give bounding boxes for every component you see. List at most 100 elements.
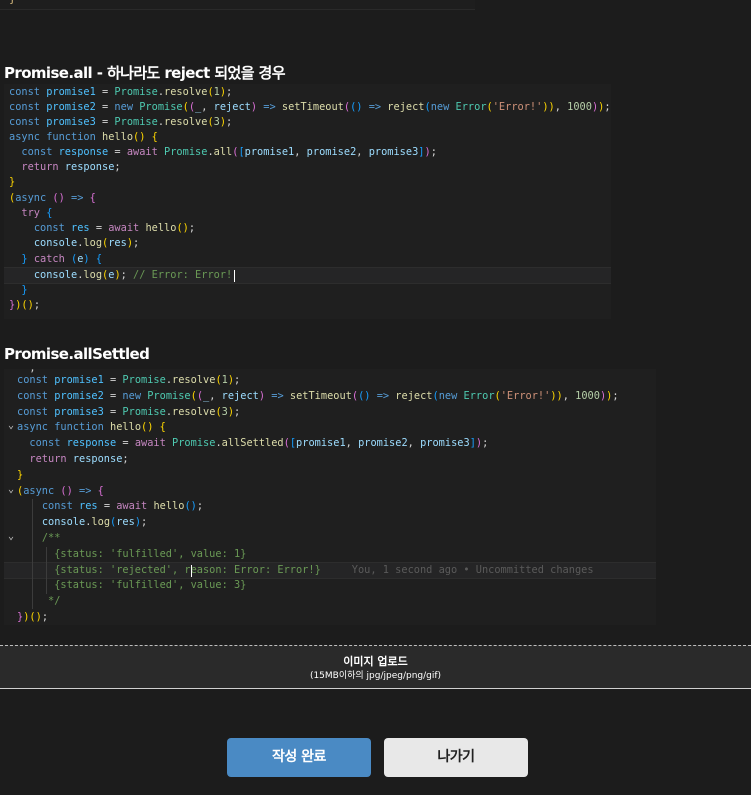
code-line: async function hello() { [4, 420, 656, 435]
code-token: ; [226, 86, 233, 98]
code-token: () [141, 421, 154, 433]
exit-button[interactable]: 나가기 [384, 738, 528, 777]
code-line: return response; [4, 160, 611, 175]
code-token: promise3 [420, 437, 470, 449]
indent-guide [46, 547, 47, 594]
code-token: promise1 [296, 437, 346, 449]
code-token: Error [463, 390, 495, 402]
code-token: resolve [164, 116, 208, 128]
code-token: await [126, 146, 158, 158]
code-token: } [9, 176, 16, 188]
code-token: () [184, 500, 197, 512]
code-token: const [21, 146, 53, 158]
fold-chevron-icon[interactable]: ⌄ [8, 484, 14, 495]
code-token: async [15, 192, 47, 204]
code-line: const promise2 = new Promise((_, reject)… [4, 389, 656, 404]
code-token: { [46, 207, 53, 219]
code-line: async function hello() { [4, 130, 611, 145]
code-token: promise3 [54, 406, 104, 418]
code-token: ; [33, 299, 41, 311]
code-token: promise1 [46, 86, 96, 98]
code-token: function [54, 421, 104, 433]
code-token: await [108, 222, 140, 234]
code-token: promise3 [368, 146, 419, 158]
code-token: = [89, 222, 109, 234]
code-token: 'Error!' [500, 390, 551, 402]
code-token: , [294, 146, 307, 158]
code-token: new [114, 101, 134, 113]
code-token: = [116, 437, 135, 449]
code-token: function [46, 131, 96, 143]
code-token: () [60, 485, 73, 497]
code-token: await [134, 437, 166, 449]
code-token: new [430, 101, 450, 113]
code-token: { [95, 253, 103, 265]
code-token: setTimeout [289, 390, 352, 402]
code-token: promise2 [358, 437, 408, 449]
code-token: try [21, 207, 41, 219]
code-token: = [103, 406, 123, 418]
code-token: console [33, 237, 78, 249]
code-token: hello [153, 500, 185, 512]
code-token: new [438, 390, 458, 402]
code-token: response [72, 453, 123, 465]
code-token: )) [550, 390, 563, 402]
code-line: */ [4, 594, 656, 609]
code-line: const promise1 = Promise.resolve(1); [4, 373, 656, 388]
code-token: , [345, 437, 359, 449]
code-token: )() [23, 611, 42, 623]
code-token: const [17, 374, 48, 386]
code-token: promise1 [54, 374, 104, 386]
code-token: { [159, 421, 166, 433]
code-token: reject [213, 101, 251, 113]
code-token: , [562, 390, 576, 402]
code-token: { [97, 485, 104, 497]
code-token: ; [196, 500, 204, 512]
code-token: Promise [172, 437, 216, 449]
code-token: () [52, 192, 65, 204]
submit-button[interactable]: 작성 완료 [227, 738, 371, 777]
code-token: res [71, 222, 90, 234]
code-token: const [9, 86, 40, 98]
code-token: } [21, 284, 28, 296]
code-token: => [263, 101, 276, 113]
code-token: async [17, 421, 48, 433]
fold-chevron-icon[interactable]: ⌄ [8, 531, 14, 542]
code-token: async [9, 131, 40, 143]
fold-chevron-icon[interactable]: ⌄ [8, 420, 14, 431]
code-token: const [17, 406, 48, 418]
code-line: } [4, 283, 611, 298]
code-token: Promise [147, 390, 191, 402]
code-token: async [23, 485, 55, 497]
code-token: ; [482, 437, 489, 449]
section-title-promise-allsettled: Promise.allSettled [4, 345, 150, 363]
code-token: reject [395, 390, 433, 402]
code-token: promise3 [46, 116, 96, 128]
code-token: all [213, 146, 233, 158]
code-token: return [21, 161, 59, 173]
code-token: ; [141, 516, 148, 528]
code-token: { [151, 131, 158, 143]
image-upload-area[interactable]: 이미지 업로드 (15MB이하의 jpg/jpeg/png/gif) [0, 645, 751, 689]
code-line: })(); [4, 610, 656, 625]
code-token: ; [114, 161, 121, 173]
code-line: const res = await hello(); [4, 221, 611, 236]
code-line: } [4, 175, 611, 190]
code-token: log [83, 237, 103, 249]
code-token: {status: 'rejected', reason: Error: Erro… [54, 564, 321, 576]
code-token: hello [145, 222, 177, 234]
code-token: res [116, 516, 135, 528]
code-token: /** [41, 532, 61, 544]
code-token: ; [226, 116, 233, 128]
code-token: ; [120, 269, 134, 281]
code-token: ; [234, 374, 241, 386]
code-token: You, 1 second ago • Uncommitted changes [320, 564, 594, 576]
code-line: const res = await hello(); [4, 499, 656, 514]
